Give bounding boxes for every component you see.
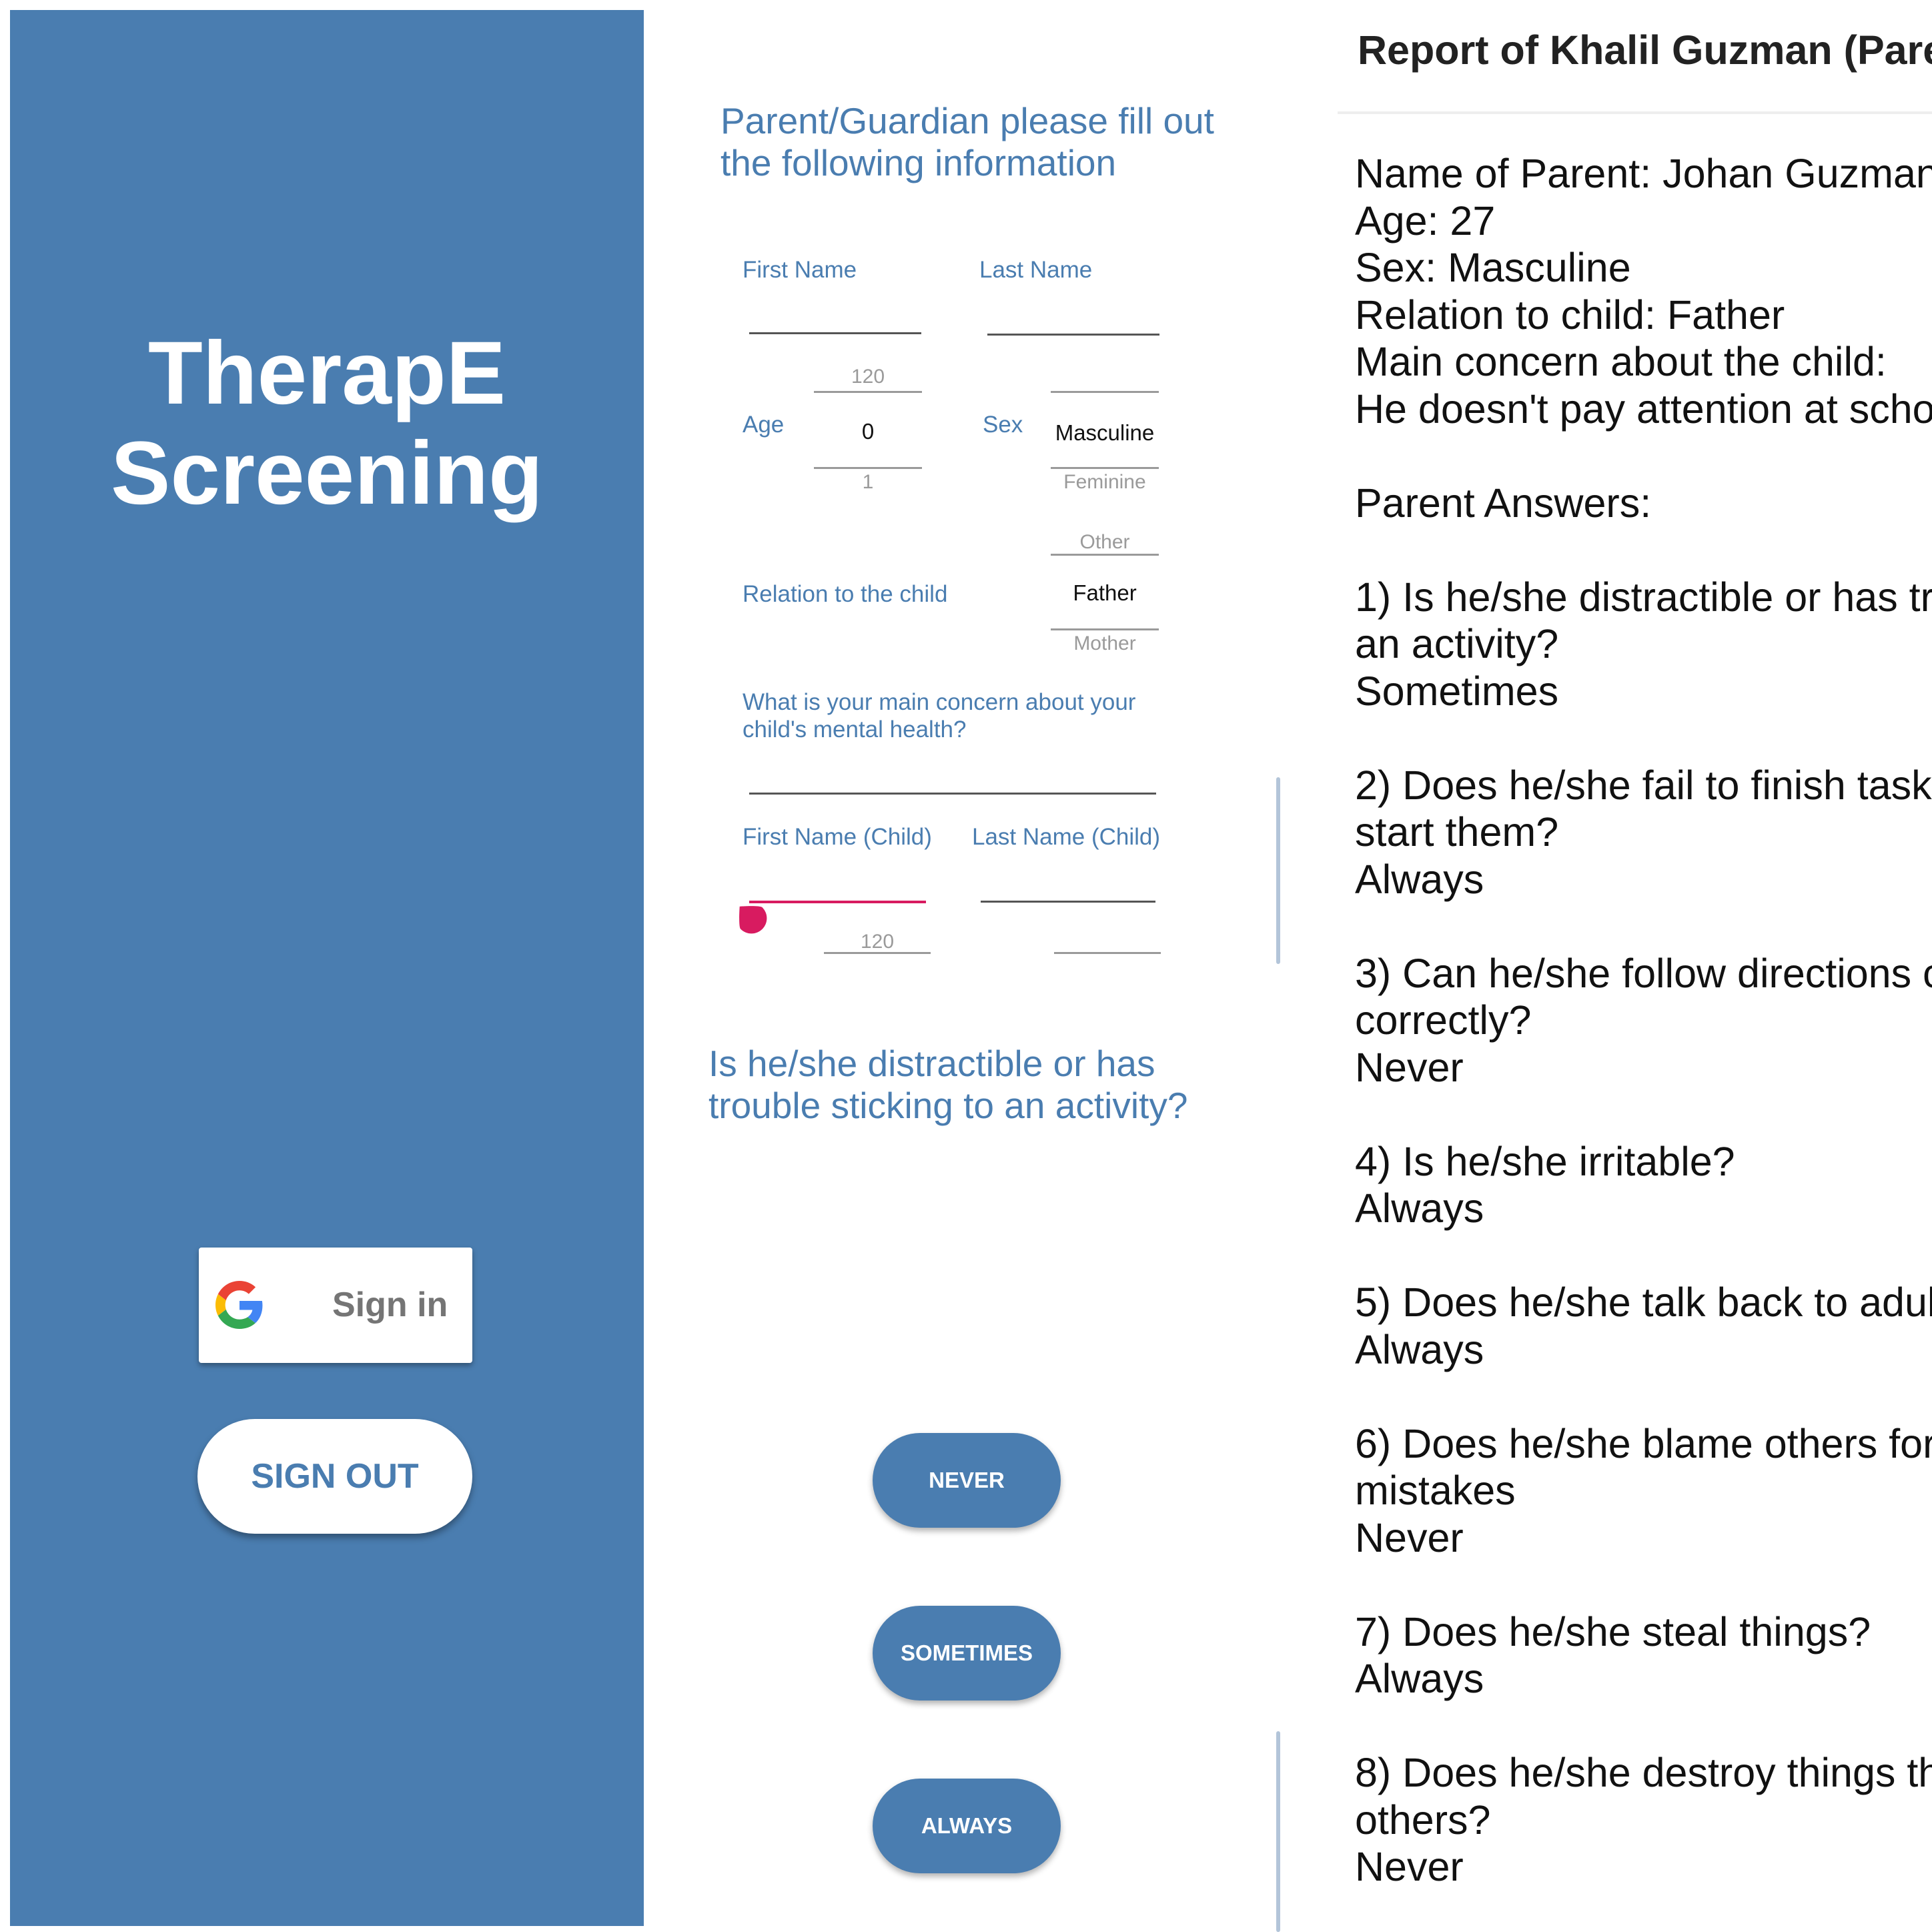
child-last-name-label: Last Name (Child) <box>972 824 1161 850</box>
text-cursor-handle[interactable] <box>734 901 767 934</box>
report-line: 5) Does he/she talk back to adul <box>1355 1280 1932 1325</box>
child-first-name-input[interactable] <box>749 901 926 903</box>
sex-label: Sex <box>983 412 1023 438</box>
report-line: Always <box>1355 1326 1484 1372</box>
relation-picker[interactable]: Father Mother <box>1051 574 1159 657</box>
report-line: Always <box>1355 1656 1484 1701</box>
report-line: Always <box>1355 1185 1484 1231</box>
report-line: Relation to child: Father <box>1355 292 1785 338</box>
age-picker-selected: 0 <box>861 419 875 444</box>
report-line: Parent Answers: <box>1355 480 1652 526</box>
report-line: Never <box>1355 1044 1464 1090</box>
age-picker-divider-top <box>814 391 922 393</box>
last-name-label: Last Name <box>979 257 1093 283</box>
report-line: correctly? <box>1355 997 1532 1043</box>
form-title-line2: the following information <box>720 142 1117 183</box>
sex-picker-divider-bottom <box>1051 467 1159 469</box>
first-name-input[interactable] <box>749 332 921 334</box>
age-picker-below: 1 <box>862 471 874 493</box>
report-spacer <box>1355 432 1932 480</box>
question-text-line1: Is he/she distractible or has <box>708 1043 1155 1084</box>
concern-input[interactable] <box>749 793 1156 795</box>
report-line: mistakes <box>1355 1468 1516 1513</box>
concern-label-line1: What is your main concern about your <box>743 689 1136 715</box>
report-line: Name of Parent: Johan Guzman <box>1355 151 1932 196</box>
scroll-indicator-bottom <box>1276 1731 1280 1932</box>
sex-picker-selected: Masculine <box>1055 420 1155 445</box>
report-line: 2) Does he/she fail to finish task <box>1355 762 1932 808</box>
first-name-label: First Name <box>743 257 857 283</box>
report-line: 8) Does he/she destroy things th <box>1355 1750 1932 1795</box>
app-title-line1: TherapE <box>147 324 506 423</box>
child-last-name-input[interactable] <box>981 901 1155 903</box>
child-age-divider <box>824 952 931 954</box>
google-icon <box>215 1281 263 1329</box>
report-line: start them? <box>1355 809 1559 855</box>
report-line: 1) Is he/she distractible or has tr <box>1355 574 1932 620</box>
age-picker[interactable]: 120 0 1 <box>814 366 922 499</box>
relation-label: Relation to the child <box>743 581 948 607</box>
question-text-line2: trouble sticking to an activity? <box>708 1085 1188 1126</box>
scroll-indicator-top <box>1276 777 1280 964</box>
concern-label-line2: child's mental health? <box>743 716 967 743</box>
answer-never-button[interactable]: NEVER <box>873 1433 1061 1528</box>
report-title-divider <box>1338 111 1932 114</box>
age-picker-divider-bottom <box>814 467 922 469</box>
report-spacer <box>1355 1703 1932 1750</box>
sign-out-button[interactable]: SIGN OUT <box>197 1419 472 1534</box>
report-line: 7) Does he/she steal things? <box>1355 1608 1871 1654</box>
report-line: Age: 27 <box>1355 197 1496 244</box>
report-line: an activity? <box>1355 621 1559 666</box>
report-spacer <box>1355 903 1932 950</box>
report-line: 6) Does he/she blame others for <box>1355 1420 1932 1466</box>
report-screen: Report of Khalil Guzman (Parent Name of … <box>1338 0 1932 1932</box>
report-title: Report of Khalil Guzman (Parent <box>1358 27 1932 73</box>
report-spacer <box>1355 1232 1932 1280</box>
last-name-input[interactable] <box>987 334 1159 336</box>
form-title-line1: Parent/Guardian please fill out <box>720 100 1214 141</box>
report-line: Never <box>1355 1844 1464 1889</box>
report-line: 4) Is he/she irritable? <box>1355 1138 1735 1184</box>
report-line: others? <box>1355 1797 1491 1843</box>
answer-always-button[interactable]: ALWAYS <box>873 1779 1061 1873</box>
report-line: Never <box>1355 1514 1464 1560</box>
age-picker-above: 120 <box>851 366 885 388</box>
google-signin-label: Sign in <box>332 1286 448 1324</box>
report-line: 3) Can he/she follow directions c <box>1355 950 1932 996</box>
report-line: Main concern about the child: <box>1355 339 1887 384</box>
report-spacer <box>1355 714 1932 762</box>
splash-screen: TherapE Screening Sign in SIGN OUT <box>10 10 644 1926</box>
sex-option-other: Other <box>1079 531 1130 553</box>
relation-picker-selected: Father <box>1073 580 1137 605</box>
report-line: Sometimes <box>1355 668 1559 714</box>
report-body: Name of Parent: Johan Guzman Age: 27 Sex: … <box>1355 150 1932 1891</box>
sex-picker-divider-other <box>1051 554 1159 556</box>
child-age-hint: 120 <box>860 931 895 953</box>
report-spacer <box>1355 1091 1932 1138</box>
sex-picker[interactable]: Masculine Feminine Other <box>1051 374 1159 556</box>
google-signin-button[interactable]: Sign in <box>199 1248 472 1363</box>
child-sex-divider <box>1054 952 1161 954</box>
age-label: Age <box>743 412 785 438</box>
report-line: Always <box>1355 856 1484 902</box>
report-spacer <box>1355 526 1932 574</box>
sex-picker-divider-top <box>1051 391 1159 393</box>
app-title-line2: Screening <box>111 424 543 523</box>
report-line: He doesn't pay attention at scho <box>1355 386 1932 432</box>
answer-sometimes-button[interactable]: SOMETIMES <box>873 1606 1061 1701</box>
report-spacer <box>1355 1373 1932 1420</box>
relation-picker-divider <box>1051 628 1159 630</box>
report-spacer <box>1355 1561 1932 1608</box>
relation-picker-below: Mother <box>1073 632 1136 654</box>
child-first-name-label: First Name (Child) <box>743 824 932 850</box>
sex-option-feminine: Feminine <box>1063 471 1146 493</box>
report-line: Sex: Masculine <box>1355 245 1631 290</box>
